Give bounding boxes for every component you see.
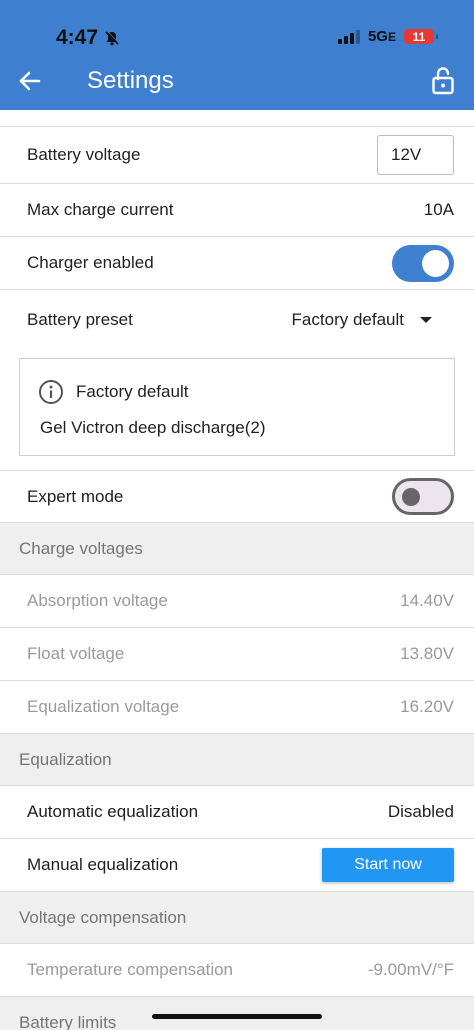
automatic-equalization-value: Disabled bbox=[387, 802, 454, 821]
manual-equalization-label: Manual equalization bbox=[27, 855, 179, 874]
equalization-voltage-value: 16.20V bbox=[400, 697, 454, 716]
battery-voltage-select[interactable]: 12V bbox=[377, 135, 454, 175]
max-charge-current-row[interactable]: Max charge current 10A bbox=[0, 184, 474, 237]
equalization-header: Equalization bbox=[0, 734, 474, 786]
automatic-equalization-row[interactable]: Automatic equalization Disabled bbox=[0, 786, 474, 839]
expert-mode-row: Expert mode bbox=[0, 470, 474, 523]
battery-preset-label: Battery preset bbox=[27, 310, 133, 329]
page-title: Settings bbox=[87, 67, 174, 94]
battery-icon: 11 bbox=[404, 29, 438, 44]
signal-icon bbox=[337, 29, 360, 44]
preset-info-title: Factory default bbox=[76, 382, 189, 401]
battery-voltage-label: Battery voltage bbox=[27, 145, 141, 164]
unlock-icon[interactable] bbox=[430, 66, 456, 96]
app-bar: 4:47 5GE 11 Settings bbox=[0, 0, 474, 110]
network-label: 5GE bbox=[367, 28, 396, 45]
voltage-compensation-header: Voltage compensation bbox=[0, 892, 474, 944]
automatic-equalization-label: Automatic equalization bbox=[27, 802, 199, 821]
preset-info-header: Factory default bbox=[38, 379, 436, 405]
expert-mode-toggle[interactable] bbox=[392, 478, 454, 515]
absorption-voltage-value: 14.40V bbox=[400, 591, 454, 610]
back-arrow-icon[interactable] bbox=[16, 66, 44, 96]
charger-enabled-toggle[interactable] bbox=[392, 244, 454, 282]
toggle-knob bbox=[422, 249, 449, 277]
equalization-voltage-label: Equalization voltage bbox=[27, 697, 180, 716]
expert-mode-label: Expert mode bbox=[27, 486, 124, 506]
absorption-voltage-row: Absorption voltage 14.40V bbox=[0, 575, 474, 628]
preset-info-box: Factory default Gel Victron deep dischar… bbox=[19, 358, 455, 456]
float-voltage-label: Float voltage bbox=[27, 644, 125, 663]
battery-preset-value: Factory default bbox=[291, 310, 404, 329]
absorption-voltage-label: Absorption voltage bbox=[27, 591, 168, 610]
charger-enabled-label: Charger enabled bbox=[27, 253, 154, 272]
max-charge-current-value: 10A bbox=[423, 200, 454, 219]
status-icons: 5GE 11 bbox=[337, 28, 438, 45]
temperature-compensation-value: -9.00mV/°F bbox=[367, 960, 454, 979]
toggle-knob bbox=[402, 488, 420, 506]
status-time: 4:47 bbox=[56, 26, 120, 50]
charge-voltages-header: Charge voltages bbox=[0, 523, 474, 575]
bell-muted-icon bbox=[105, 30, 120, 46]
charger-enabled-row: Charger enabled bbox=[0, 237, 474, 290]
info-icon bbox=[39, 380, 63, 404]
float-voltage-value: 13.80V bbox=[400, 644, 454, 663]
battery-voltage-row: Battery voltage 12V bbox=[0, 126, 474, 184]
preset-info-description: Gel Victron deep discharge(2) bbox=[40, 418, 266, 437]
float-voltage-row: Float voltage 13.80V bbox=[0, 628, 474, 681]
chevron-down-icon bbox=[420, 317, 432, 323]
settings-list: Battery voltage 12V Max charge current 1… bbox=[0, 126, 474, 1030]
temperature-compensation-row: Temperature compensation -9.00mV/°F bbox=[0, 944, 474, 997]
max-charge-current-label: Max charge current bbox=[27, 200, 174, 219]
battery-preset-dropdown[interactable]: Factory default bbox=[292, 310, 432, 330]
battery-preset-row: Battery preset Factory default bbox=[0, 290, 474, 350]
start-now-button[interactable]: Start now bbox=[322, 848, 454, 882]
temperature-compensation-label: Temperature compensation bbox=[27, 960, 234, 979]
equalization-voltage-row: Equalization voltage 16.20V bbox=[0, 681, 474, 734]
manual-equalization-row: Manual equalization Start now bbox=[0, 839, 474, 892]
home-indicator[interactable] bbox=[152, 1014, 322, 1019]
